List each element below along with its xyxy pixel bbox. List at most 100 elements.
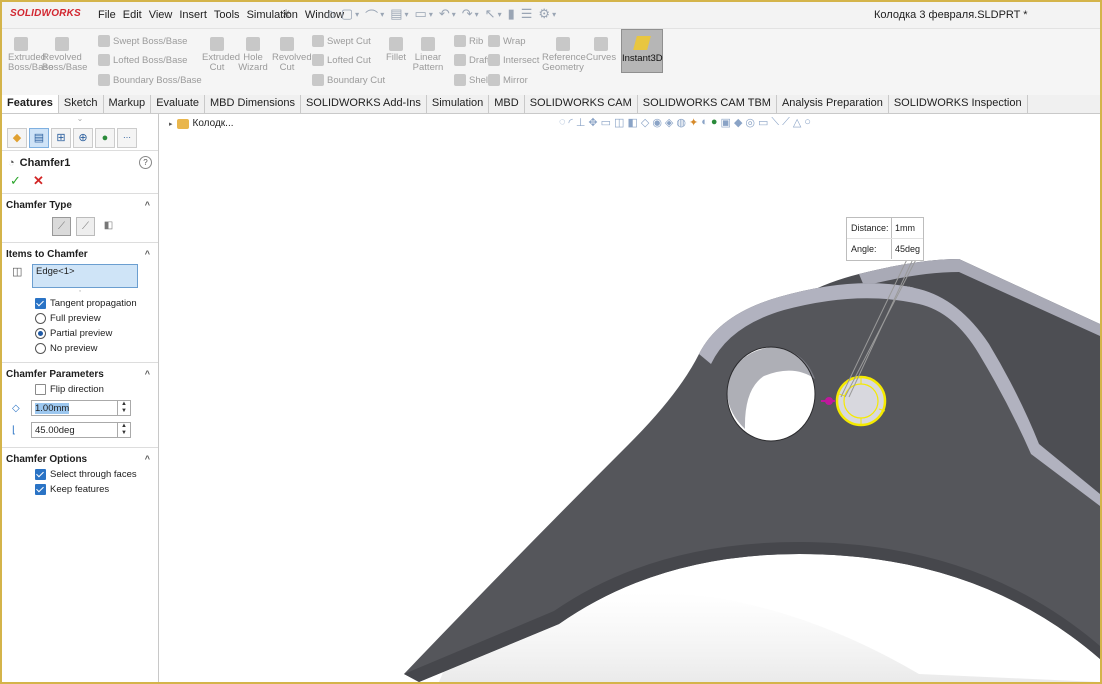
rib-button[interactable]: Rib [454, 35, 483, 47]
flip-direction-option[interactable]: Flip direction [2, 382, 158, 397]
menu-tools[interactable]: Tools [214, 9, 240, 21]
tab-features[interactable]: Features [2, 95, 59, 113]
tab-solidworks-cam[interactable]: SOLIDWORKS CAM [525, 95, 638, 113]
mirror-button[interactable]: Mirror [488, 74, 528, 86]
cam-tab-icon[interactable]: ⋯ [117, 128, 137, 148]
tab-solidworks-addins[interactable]: SOLIDWORKS Add-Ins [301, 95, 427, 113]
chevron-down-icon[interactable]: ▾ [380, 10, 384, 25]
chevron-down-icon[interactable]: ▾ [429, 10, 433, 25]
swept-cut-button[interactable]: Swept Cut [312, 35, 371, 47]
home-icon[interactable]: ⌂ [327, 6, 335, 25]
full-preview-option[interactable]: Full preview [2, 311, 158, 326]
revolved-cut-button[interactable]: Revolved Cut [272, 37, 312, 73]
part-model[interactable] [159, 114, 1100, 682]
display-manager-tab-icon[interactable]: ● [95, 128, 115, 148]
distance-spinner-icon[interactable]: ▲ ▼ [117, 401, 130, 415]
redo-icon[interactable]: ↷ [462, 6, 473, 25]
lofted-cut-button[interactable]: Lofted Cut [312, 54, 371, 66]
tangent-propagation-option[interactable]: Tangent propagation [2, 296, 158, 311]
print-icon[interactable]: ▭ [415, 6, 427, 25]
solidworks-logo[interactable]: SOLIDWORKS [10, 8, 81, 19]
no-preview-radio[interactable] [35, 343, 46, 354]
flip-direction-checkbox[interactable] [35, 384, 46, 395]
full-preview-radio[interactable] [35, 313, 46, 324]
panel-grip-icon[interactable]: ⌄ [2, 114, 158, 128]
intersect-button[interactable]: Intersect [488, 54, 539, 66]
collapse-chevron-icon[interactable]: ^ [145, 454, 150, 465]
swept-boss-button[interactable]: Swept Boss/Base [98, 35, 187, 47]
curves-button[interactable]: Curves [586, 37, 616, 63]
dimxpert-tab-icon[interactable]: ⊕ [73, 128, 93, 148]
instant3d-button[interactable]: Instant3D [621, 29, 663, 73]
callout-distance-value[interactable]: 1mm [891, 218, 915, 238]
boundary-cut-button[interactable]: Boundary Cut [312, 74, 385, 86]
items-header[interactable]: Items to Chamfer ^ [2, 245, 158, 262]
help-icon[interactable]: ? [139, 156, 152, 169]
keep-features-checkbox[interactable] [35, 484, 46, 495]
extruded-cut-button[interactable]: Extruded Cut [202, 37, 240, 73]
list-resize-handle-icon[interactable]: ◦ [2, 288, 158, 296]
chevron-down-icon[interactable]: ▾ [452, 10, 456, 25]
partial-preview-radio[interactable] [35, 328, 46, 339]
select-icon[interactable]: ↖ [485, 6, 496, 25]
angle-spinner-icon[interactable]: ▲ ▼ [117, 423, 130, 437]
collapse-chevron-icon[interactable]: ^ [145, 369, 150, 380]
tab-solidworks-cam-tbm[interactable]: SOLIDWORKS CAM TBM [638, 95, 777, 113]
tab-analysis-preparation[interactable]: Analysis Preparation [777, 95, 889, 113]
select-through-faces-option[interactable]: Select through faces [2, 467, 158, 482]
revolved-boss-button[interactable]: Revolved Boss/Base [42, 37, 87, 73]
dimension-callout[interactable]: Distance: 1mm Angle: 45deg [846, 217, 924, 261]
hole-wizard-button[interactable]: Hole Wizard [238, 37, 268, 73]
angle-distance-type-icon[interactable]: ⟋ [52, 217, 71, 236]
distance-distance-type-icon[interactable]: ⟋ [76, 217, 95, 236]
options-header[interactable]: Chamfer Options ^ [2, 450, 158, 467]
distance-input[interactable]: 1.00mm ▲ ▼ [31, 400, 131, 416]
rebuild-icon[interactable]: ▮ [508, 6, 515, 25]
reference-geometry-button[interactable]: Reference Geometry [542, 37, 586, 73]
chevron-down-icon[interactable]: ▾ [498, 10, 502, 25]
tab-mbd[interactable]: MBD [489, 95, 525, 113]
parameters-header[interactable]: Chamfer Parameters ^ [2, 365, 158, 382]
menu-file[interactable]: File [98, 9, 116, 21]
keep-features-option[interactable]: Keep features [2, 482, 158, 497]
linear-pattern-button[interactable]: Linear Pattern [412, 37, 444, 73]
pin-icon[interactable]: ✳ [281, 7, 291, 21]
callout-angle-row[interactable]: Angle: 45deg [847, 238, 923, 259]
menu-view[interactable]: View [149, 9, 173, 21]
menu-edit[interactable]: Edit [123, 9, 142, 21]
shell-button[interactable]: Shell [454, 74, 490, 86]
callout-distance-row[interactable]: Distance: 1mm [847, 218, 923, 238]
draft-button[interactable]: Draft [454, 54, 490, 66]
save-icon[interactable]: ▤ [390, 6, 402, 25]
callout-angle-value[interactable]: 45deg [891, 239, 920, 259]
menu-insert[interactable]: Insert [179, 9, 207, 21]
wrap-button[interactable]: Wrap [488, 35, 526, 47]
lofted-boss-button[interactable]: Lofted Boss/Base [98, 54, 187, 66]
chevron-down-icon[interactable]: ▾ [355, 10, 359, 25]
extruded-boss-button[interactable]: Extruded Boss/Base [8, 37, 53, 73]
edge-item[interactable]: Edge<1> [36, 266, 75, 277]
collapse-chevron-icon[interactable]: ^ [145, 249, 150, 260]
configuration-manager-tab-icon[interactable]: ⊞ [51, 128, 71, 148]
cancel-x-icon[interactable]: ✕ [33, 173, 44, 188]
property-manager-tab-icon[interactable]: ▤ [29, 128, 49, 148]
fillet-button[interactable]: Fillet [384, 37, 408, 63]
tab-evaluate[interactable]: Evaluate [151, 95, 205, 113]
feature-manager-tab-icon[interactable]: ◆ [7, 128, 27, 148]
options-gear-icon[interactable]: ⚙ [538, 6, 550, 25]
tab-markup[interactable]: Markup [104, 95, 152, 113]
open-icon[interactable]: ⌒ [365, 6, 378, 25]
no-preview-option[interactable]: No preview [2, 341, 158, 356]
collapse-chevron-icon[interactable]: ^ [145, 200, 150, 211]
graphics-viewport[interactable]: ▸ Колодк... ◌ ◜ ⊥ ✥ ▭ ◫ ◧ ◇ ◉ ◈ ◍ ✦ ◐ ● … [159, 114, 1100, 682]
undo-icon[interactable]: ↶ [439, 6, 450, 25]
vertex-type-icon[interactable]: ◧ [100, 217, 117, 234]
chevron-down-icon[interactable]: ▾ [552, 10, 556, 25]
partial-preview-option[interactable]: Partial preview [2, 326, 158, 341]
edge-selection-list[interactable]: Edge<1> [32, 264, 138, 288]
tab-mbd-dimensions[interactable]: MBD Dimensions [205, 95, 301, 113]
chevron-down-icon[interactable]: ▾ [405, 10, 409, 25]
ok-check-icon[interactable]: ✓ [10, 173, 21, 188]
angle-input[interactable]: 45.00deg ▲ ▼ [31, 422, 131, 438]
tab-sketch[interactable]: Sketch [59, 95, 104, 113]
